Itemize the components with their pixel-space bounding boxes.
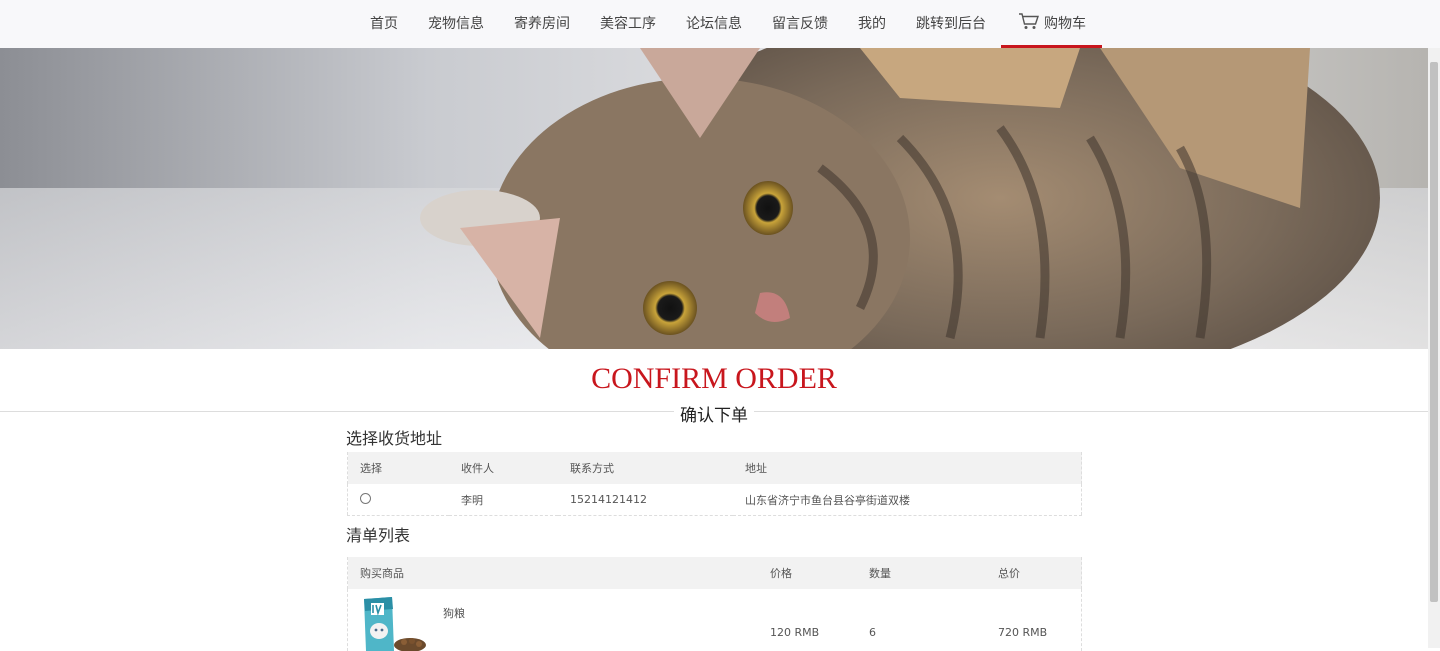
nav-item-forum[interactable]: 论坛信息 bbox=[671, 0, 757, 48]
hero-banner-cat-image bbox=[0, 48, 1428, 349]
total-cell: 720 RMB bbox=[998, 626, 1048, 639]
scrollbar-thumb[interactable] bbox=[1430, 62, 1438, 602]
cart-label: 购物车 bbox=[1044, 16, 1086, 32]
product-info: 狗粮 bbox=[348, 589, 758, 651]
header-phone: 联系方式 bbox=[558, 452, 733, 484]
address-section-title: 选择收货地址 bbox=[346, 429, 443, 448]
nav-item-pet-info[interactable]: 宠物信息 bbox=[413, 0, 499, 48]
address-select-cell[interactable] bbox=[347, 484, 449, 516]
nav-item-mine[interactable]: 我的 bbox=[843, 0, 901, 48]
goods-section-title: 清单列表 bbox=[346, 526, 411, 545]
goods-table: 购买商品 价格 数量 总价 狗粮 120 RMB 6 720 RMB bbox=[347, 557, 1082, 651]
price-cell: 120 RMB bbox=[770, 626, 820, 639]
header-product: 购买商品 bbox=[347, 557, 758, 589]
address-radio[interactable] bbox=[360, 492, 371, 504]
address-table: 选择 收件人 联系方式 地址 李明 15214121412 山东省济宁市鱼台县谷… bbox=[347, 452, 1082, 516]
page-title-en: CONFIRM ORDER bbox=[591, 362, 837, 395]
header-price: 价格 bbox=[758, 557, 857, 589]
address-row[interactable]: 李明 15214121412 山东省济宁市鱼台县谷亭街道双楼 bbox=[347, 484, 1082, 516]
address-cell: 山东省济宁市鱼台县谷亭街道双楼 bbox=[733, 484, 1082, 516]
nav-item-home[interactable]: 首页 bbox=[355, 0, 413, 48]
product-image bbox=[364, 597, 426, 651]
header-address: 地址 bbox=[733, 452, 1082, 484]
page-title-cn: 确认下单 bbox=[0, 401, 1428, 426]
nav-item-cart[interactable]: 购物车 bbox=[1001, 0, 1102, 48]
phone-cell: 15214121412 bbox=[558, 484, 733, 516]
nav-item-boarding-rooms[interactable]: 寄养房间 bbox=[499, 0, 585, 48]
page-title-cn-text: 确认下单 bbox=[674, 406, 754, 426]
product-cell: 狗粮 bbox=[348, 589, 759, 651]
quantity-cell: 6 bbox=[869, 626, 876, 639]
nav-menu: 首页 宠物信息 寄养房间 美容工序 论坛信息 留言反馈 我的 跳转到后台 购物车 bbox=[355, 0, 1102, 48]
top-nav: 首页 宠物信息 寄养房间 美容工序 论坛信息 留言反馈 我的 跳转到后台 购物车 bbox=[0, 0, 1440, 49]
cart-icon bbox=[1019, 13, 1039, 29]
recipient-cell: 李明 bbox=[449, 484, 558, 516]
nav-item-feedback[interactable]: 留言反馈 bbox=[757, 0, 843, 48]
header-recipient: 收件人 bbox=[449, 452, 558, 484]
goods-row: 狗粮 120 RMB 6 720 RMB bbox=[348, 589, 1082, 651]
product-name: 狗粮 bbox=[443, 607, 465, 620]
nav-item-admin[interactable]: 跳转到后台 bbox=[901, 0, 1001, 48]
header-quantity: 数量 bbox=[857, 557, 986, 589]
header-total: 总价 bbox=[986, 557, 1082, 589]
header-select: 选择 bbox=[347, 452, 449, 484]
goods-table-header: 购买商品 价格 数量 总价 bbox=[347, 557, 1082, 589]
address-table-header: 选择 收件人 联系方式 地址 bbox=[347, 452, 1082, 484]
page-scrollbar[interactable] bbox=[1428, 48, 1440, 648]
nav-item-grooming[interactable]: 美容工序 bbox=[585, 0, 671, 48]
